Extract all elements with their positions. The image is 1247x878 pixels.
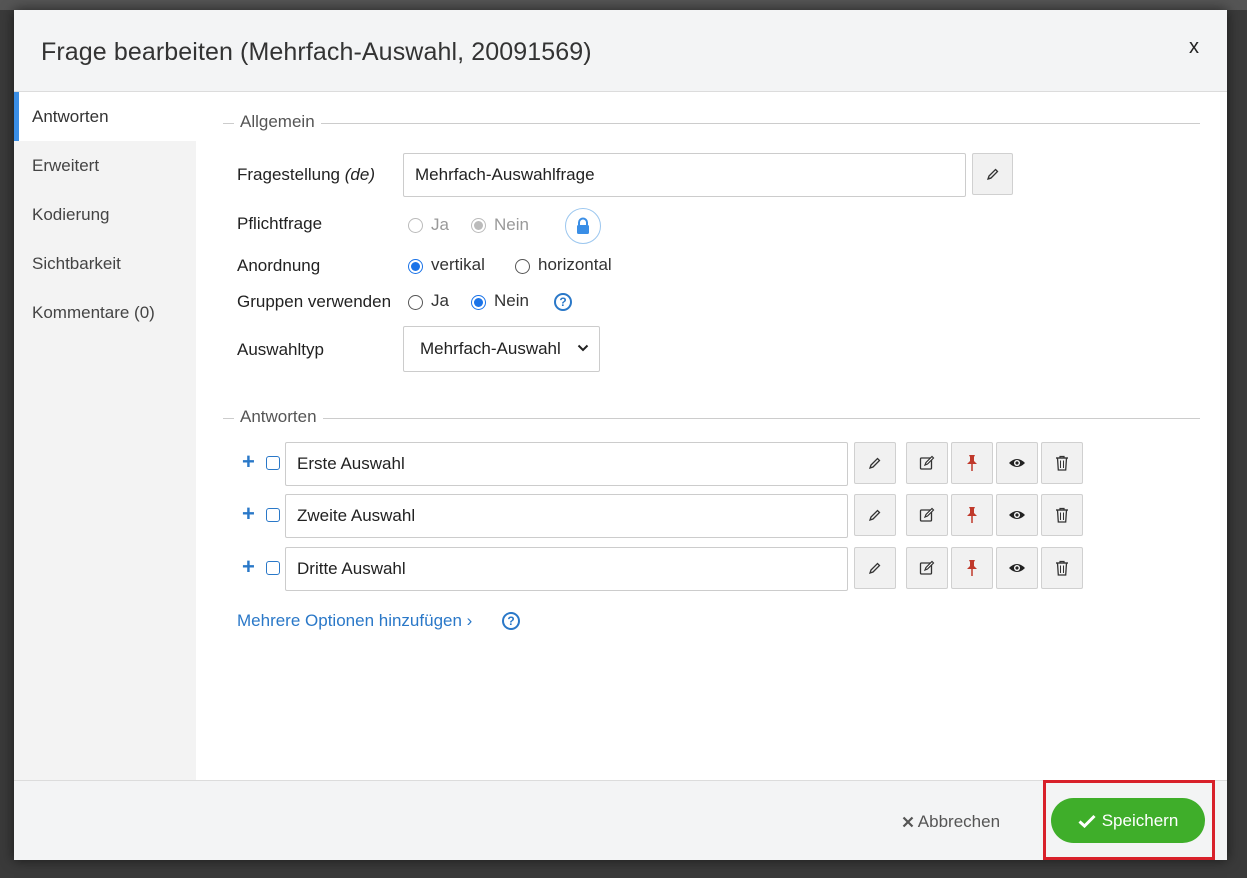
pin-icon [967, 560, 977, 576]
sidebar-item-sichtbarkeit[interactable]: Sichtbarkeit [14, 239, 196, 288]
expand-plus-icon[interactable]: + [242, 503, 255, 525]
groups-help-icon[interactable]: ? [554, 293, 572, 311]
background-app [0, 0, 1247, 10]
question-label: Fragestellung (de) [237, 165, 375, 185]
pen-icon [868, 509, 881, 522]
selection-type-label: Auswahltyp [237, 340, 324, 359]
save-label: Speichern [1101, 810, 1179, 830]
lock-button[interactable] [565, 208, 601, 244]
groups-label: Gruppen verwenden [237, 292, 392, 311]
answer-delete-button[interactable] [1041, 442, 1083, 484]
close-icon [902, 816, 914, 828]
selection-type-select[interactable]: Mehrfach-Auswahl [403, 326, 600, 372]
answers-legend: Antworten [234, 407, 323, 427]
dialog-title: Frage bearbeiten (Mehrfach-Auswahl, 2009… [41, 38, 592, 66]
edit-box-icon [919, 560, 935, 575]
lock-icon [577, 217, 589, 234]
arrangement-vertical-radio[interactable] [408, 259, 423, 274]
general-divider [223, 123, 1200, 124]
groups-yes-label: Ja [431, 291, 449, 310]
eye-icon [1009, 564, 1025, 572]
arrangement-label: Anordnung [237, 256, 321, 275]
add-options-help-icon[interactable]: ? [502, 612, 520, 630]
answer-edit-button[interactable] [854, 442, 896, 484]
answer-edit-details-button[interactable] [906, 442, 948, 484]
eye-icon [1009, 511, 1025, 519]
required-no-radio[interactable] [471, 218, 486, 233]
pen-icon [868, 562, 881, 575]
eye-icon [1009, 459, 1025, 467]
edit-box-icon [919, 455, 935, 470]
sidebar: Antworten Erweitert Kodierung Sichtbarke… [14, 92, 196, 780]
cancel-button[interactable]: Abbrechen [902, 812, 1000, 832]
question-edit-button[interactable] [972, 153, 1013, 195]
pin-icon [967, 455, 977, 471]
required-yes-radio[interactable] [408, 218, 423, 233]
trash-icon [1056, 507, 1068, 523]
required-label: Pflichtfrage [237, 214, 323, 233]
add-multiple-options-link[interactable]: Mehrere Optionen hinzufügen › [237, 611, 472, 631]
answers-divider [223, 418, 1200, 419]
answer-edit-details-button[interactable] [906, 547, 948, 589]
answer-checkbox[interactable] [266, 561, 280, 575]
groups-no-label: Nein [494, 291, 529, 310]
arrangement-vertical-label: vertikal [431, 255, 485, 274]
expand-plus-icon[interactable]: + [242, 556, 255, 578]
answer-pin-button[interactable] [951, 442, 993, 484]
answer-pin-button[interactable] [951, 547, 993, 589]
question-lang: (de) [344, 165, 375, 184]
answer-visibility-button[interactable] [996, 547, 1038, 589]
required-no-label: Nein [494, 215, 529, 234]
save-button[interactable]: Speichern [1051, 798, 1205, 843]
trash-icon [1056, 455, 1068, 471]
answer-input-1[interactable]: Erste Auswahl [285, 442, 848, 486]
selection-type-value: Mehrfach-Auswahl [420, 339, 561, 358]
expand-plus-icon[interactable]: + [242, 451, 255, 473]
groups-no-radio[interactable] [471, 295, 486, 310]
sidebar-item-kommentare[interactable]: Kommentare (0) [14, 288, 196, 337]
answer-edit-button[interactable] [854, 547, 896, 589]
general-legend: Allgemein [234, 112, 321, 132]
edit-box-icon [919, 507, 935, 522]
question-input[interactable]: Mehrfach-Auswahlfrage [403, 153, 966, 197]
pen-icon [868, 457, 881, 470]
answer-edit-details-button[interactable] [906, 494, 948, 536]
edit-question-dialog: Frage bearbeiten (Mehrfach-Auswahl, 2009… [14, 10, 1227, 860]
main-content: Allgemein Fragestellung (de) Mehrfach-Au… [196, 92, 1227, 780]
sidebar-item-kodierung[interactable]: Kodierung [14, 190, 196, 239]
cancel-label: Abbrechen [917, 812, 1001, 831]
groups-yes-radio[interactable] [408, 295, 423, 310]
required-yes-label: Ja [431, 215, 449, 234]
chevron-down-icon [577, 344, 589, 352]
sidebar-item-erweitert[interactable]: Erweitert [14, 141, 196, 190]
question-label-text: Fragestellung [237, 165, 341, 184]
dialog-header: Frage bearbeiten (Mehrfach-Auswahl, 2009… [14, 10, 1227, 92]
answer-checkbox[interactable] [266, 508, 280, 522]
pen-icon [986, 168, 998, 181]
pin-icon [967, 507, 977, 523]
answer-visibility-button[interactable] [996, 442, 1038, 484]
answer-input-3[interactable]: Dritte Auswahl [285, 547, 848, 591]
arrangement-horizontal-label: horizontal [538, 255, 612, 274]
checkmark-icon [1078, 814, 1096, 828]
answer-input-2[interactable]: Zweite Auswahl [285, 494, 848, 538]
answer-edit-button[interactable] [854, 494, 896, 536]
trash-icon [1056, 560, 1068, 576]
answer-delete-button[interactable] [1041, 547, 1083, 589]
arrangement-horizontal-radio[interactable] [515, 259, 530, 274]
answer-delete-button[interactable] [1041, 494, 1083, 536]
answer-checkbox[interactable] [266, 456, 280, 470]
answer-pin-button[interactable] [951, 494, 993, 536]
sidebar-item-antworten[interactable]: Antworten [14, 92, 196, 141]
close-button[interactable]: x [1189, 36, 1199, 59]
answer-visibility-button[interactable] [996, 494, 1038, 536]
